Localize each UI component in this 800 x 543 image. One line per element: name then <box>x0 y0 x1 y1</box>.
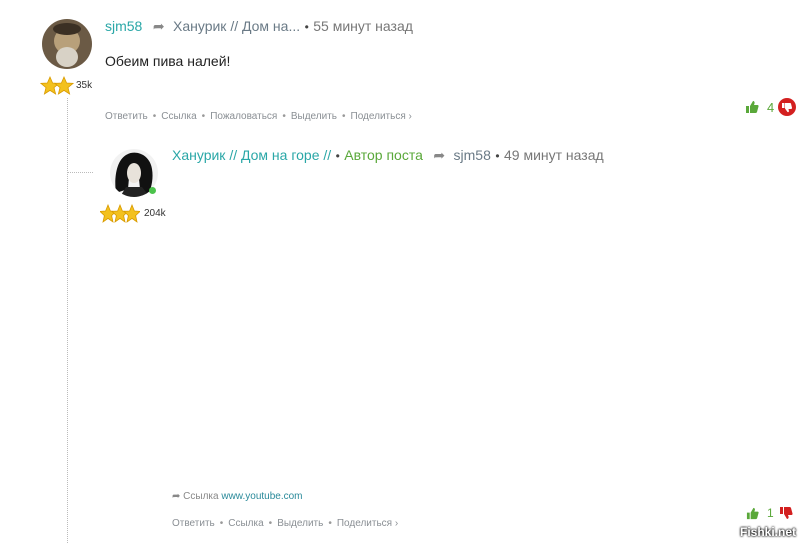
vote-block: 1 <box>746 506 793 520</box>
reply-button[interactable]: Ответить <box>105 111 148 122</box>
highlight-button[interactable]: Выделить <box>277 518 323 529</box>
online-indicator <box>149 187 156 194</box>
share-arrow-icon: ➦ <box>172 491 181 502</box>
username-link[interactable]: Ханурик // Дом на горе // <box>172 147 331 163</box>
link-button[interactable]: Ссылка <box>228 518 263 529</box>
link-url[interactable]: www.youtube.com <box>221 491 302 502</box>
vote-count: 4 <box>767 99 775 115</box>
rating-stars <box>39 75 75 96</box>
avatar[interactable] <box>42 19 92 69</box>
vote-block: 4 <box>745 98 797 116</box>
site-watermark: Fishki.net <box>739 525 796 539</box>
thread-branch-line <box>67 172 93 173</box>
comment-actions: Ответить • Ссылка • Выделить • Поделиться › <box>172 518 399 529</box>
report-button[interactable]: Пожаловаться <box>210 111 277 122</box>
reply-button[interactable]: Ответить <box>172 518 215 529</box>
share-button[interactable]: Поделиться › <box>351 111 412 122</box>
separator-dot: • <box>495 149 500 163</box>
reply-to-link[interactable]: sjm58 <box>454 147 491 163</box>
link-button[interactable]: Ссылка <box>161 111 196 122</box>
timestamp[interactable]: 55 минут назад <box>313 18 413 34</box>
timestamp[interactable]: 49 минут назад <box>504 147 604 163</box>
rating-stars <box>99 203 141 224</box>
comment-header: Ханурик // Дом на горе // • Автор поста … <box>172 147 604 165</box>
thread-link[interactable]: Ханурик // Дом на... <box>173 18 300 34</box>
karma-count: 35k <box>76 80 93 91</box>
author-badge: Автор поста <box>344 147 423 163</box>
vote-count: 1 <box>767 506 774 520</box>
thumbs-up-icon[interactable] <box>746 507 759 520</box>
attachment-link-line: ➦ Ссылка www.youtube.com <box>172 491 303 502</box>
link-label: Ссылка <box>183 491 219 502</box>
reply-arrow-icon: ➦ <box>152 18 165 34</box>
comment-text: Обеим пива налей! <box>105 53 231 69</box>
username-link[interactable]: sjm58 <box>105 18 142 34</box>
reply-arrow-icon: ➦ <box>433 147 446 163</box>
thumbs-down-icon[interactable] <box>778 98 797 116</box>
thumbs-down-icon[interactable] <box>779 506 793 520</box>
thread-guide-line <box>67 98 68 543</box>
karma-count: 204k <box>144 208 166 219</box>
separator-dot: • <box>335 149 340 163</box>
highlight-button[interactable]: Выделить <box>291 111 337 122</box>
separator-dot: • <box>304 20 309 34</box>
thumbs-up-icon[interactable] <box>745 100 759 114</box>
comment-header: sjm58 ➦ Ханурик // Дом на... • 55 минут … <box>105 18 413 36</box>
comment-actions: Ответить • Ссылка • Пожаловаться • Выделить • По… <box>105 111 412 122</box>
share-button[interactable]: Поделиться › <box>337 518 398 529</box>
